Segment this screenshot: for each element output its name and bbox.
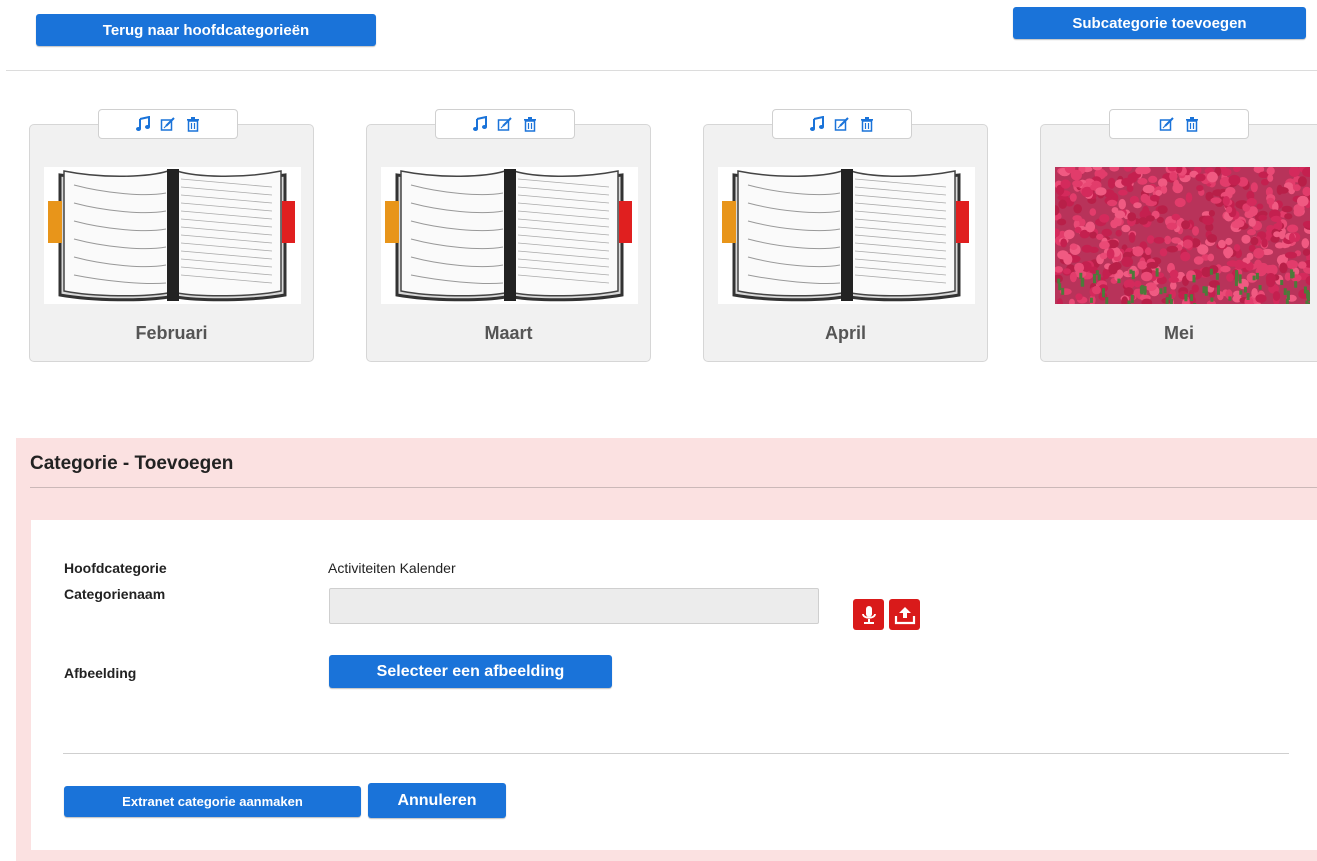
music-note-icon[interactable] — [135, 116, 151, 132]
select-image-button[interactable]: Selecteer een afbeelding — [329, 655, 612, 688]
upload-icon — [894, 606, 915, 624]
edit-icon[interactable] — [160, 116, 176, 132]
category-label: Mei — [1163, 323, 1194, 343]
parent-category-value: Activiteiten Kalender — [328, 560, 456, 576]
card-toolbar — [435, 109, 575, 139]
category-label: April — [824, 323, 866, 343]
category-name-input[interactable] — [329, 588, 819, 624]
agenda-image — [44, 167, 301, 304]
create-category-button[interactable]: Extranet categorie aanmaken — [64, 786, 361, 817]
record-audio-button[interactable] — [853, 599, 884, 630]
card-toolbar — [772, 109, 912, 139]
add-subcategory-button[interactable]: Subcategorie toevoegen — [1013, 7, 1306, 39]
card-toolbar — [1109, 109, 1249, 139]
category-card-maart[interactable]: Maart — [366, 109, 651, 362]
back-to-main-categories-button[interactable]: Terug naar hoofdcategorieën — [36, 14, 376, 46]
music-note-icon[interactable] — [472, 116, 488, 132]
tulip-field-image — [1055, 167, 1310, 304]
category-label: Maart — [484, 323, 533, 343]
microphone-icon — [861, 605, 876, 624]
music-note-icon[interactable] — [809, 116, 825, 132]
edit-icon[interactable] — [1159, 116, 1175, 132]
trash-icon[interactable] — [185, 116, 201, 132]
panel-title: Categorie - Toevoegen — [30, 453, 234, 474]
add-category-panel: Categorie - Toevoegen Hoofdcategorie Act… — [16, 438, 1317, 861]
edit-icon[interactable] — [834, 116, 850, 132]
category-card-mei[interactable]: Mei — [1040, 109, 1317, 362]
category-label: Februari — [135, 323, 208, 343]
trash-icon[interactable] — [859, 116, 875, 132]
upload-button[interactable] — [889, 599, 920, 630]
image-label: Afbeelding — [64, 665, 137, 681]
add-category-form: Hoofdcategorie Activiteiten Kalender Cat… — [31, 520, 1317, 850]
edit-icon[interactable] — [497, 116, 513, 132]
cancel-button[interactable]: Annuleren — [368, 783, 506, 818]
category-card-april[interactable]: April — [703, 109, 988, 362]
agenda-image — [718, 167, 975, 304]
header-divider — [6, 70, 1317, 71]
card-toolbar — [98, 109, 238, 139]
trash-icon[interactable] — [522, 116, 538, 132]
trash-icon[interactable] — [1184, 116, 1200, 132]
category-name-label: Categorienaam — [64, 586, 166, 602]
agenda-image — [381, 167, 638, 304]
form-divider — [63, 753, 1289, 754]
category-card-februari[interactable]: Februari — [29, 109, 314, 362]
parent-category-label: Hoofdcategorie — [64, 560, 167, 576]
panel-title-divider — [30, 487, 1317, 488]
